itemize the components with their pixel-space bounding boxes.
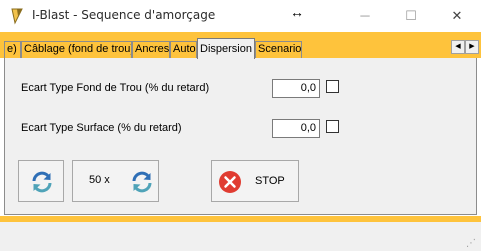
- refresh-icon: [132, 171, 152, 193]
- stop-label: STOP: [255, 175, 285, 187]
- maximize-button[interactable]: ☐: [388, 0, 434, 32]
- tab-auto[interactable]: Auto: [170, 41, 197, 58]
- refresh-button[interactable]: [18, 160, 64, 202]
- minimize-button[interactable]: ─: [342, 0, 388, 32]
- surface-label: Ecart Type Surface (% du retard): [21, 122, 182, 134]
- tab-cablage[interactable]: Câblage (fond de trou): [21, 41, 132, 58]
- tab-scroll-right-button[interactable]: ▶: [465, 40, 479, 54]
- surface-input[interactable]: 0,0: [272, 119, 320, 138]
- tab-partial[interactable]: e): [4, 41, 21, 58]
- app-icon: [11, 8, 23, 25]
- stop-x-icon: [219, 171, 241, 193]
- run-50x-label: 50 x: [89, 174, 110, 186]
- surface-checkbox[interactable]: [326, 120, 339, 133]
- tab-ancres[interactable]: Ancres: [132, 41, 170, 58]
- tab-scroll-left-button[interactable]: ◀: [451, 40, 465, 54]
- tab-dispersion[interactable]: Dispersion: [197, 38, 255, 59]
- stop-button[interactable]: STOP: [211, 160, 299, 202]
- fond-de-trou-checkbox[interactable]: [326, 80, 339, 93]
- close-button[interactable]: ✕: [434, 0, 480, 32]
- resize-grip-icon[interactable]: ⋰: [466, 238, 476, 249]
- fond-de-trou-input[interactable]: 0,0: [272, 79, 320, 98]
- status-bar: [0, 222, 481, 251]
- window-title: I-Blast - Sequence d'amorçage: [32, 8, 216, 22]
- fond-de-trou-label: Ecart Type Fond de Trou (% du retard): [21, 82, 210, 94]
- refresh-icon: [32, 171, 52, 193]
- run-50x-button[interactable]: 50 x: [72, 160, 159, 202]
- move-cursor-icon: ↔: [290, 4, 304, 20]
- tab-scenario[interactable]: Scenario: [255, 41, 302, 58]
